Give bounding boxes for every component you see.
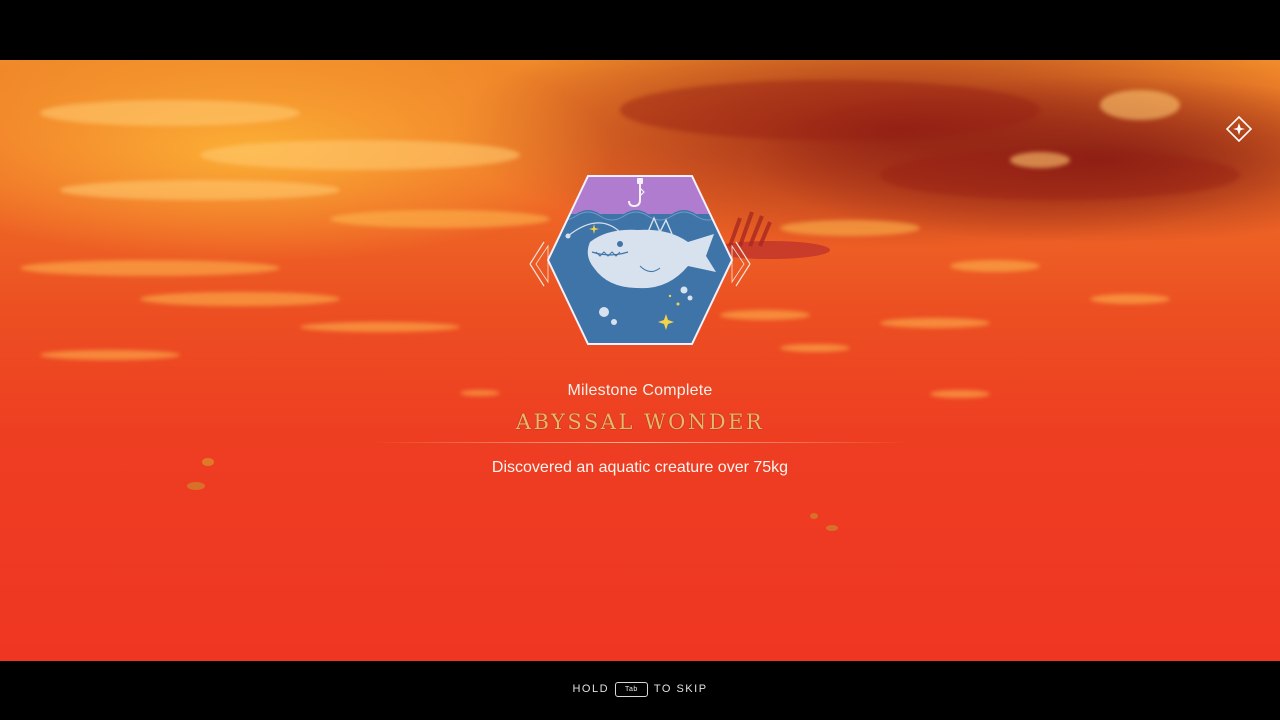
small-fish [187, 458, 214, 490]
skip-hint: HOLD Tab TO SKIP [540, 680, 740, 698]
milestone-title: ABYSSAL WONDER [515, 410, 765, 434]
letterbox-top [0, 0, 1280, 60]
small-fish [810, 513, 838, 531]
tab-key-button[interactable]: Tab [615, 681, 648, 697]
game-scene [0, 60, 1280, 661]
skip-hold-text: HOLD [572, 683, 610, 695]
anglerfish-hexagon-badge [529, 175, 751, 345]
skip-action-text: TO SKIP [653, 683, 708, 695]
milestone-description: Discovered an aquatic creature over 75kg [491, 459, 789, 476]
milestone-label: Milestone Complete [567, 382, 713, 399]
compass-diamond-icon [1226, 116, 1252, 142]
divider [370, 442, 910, 443]
